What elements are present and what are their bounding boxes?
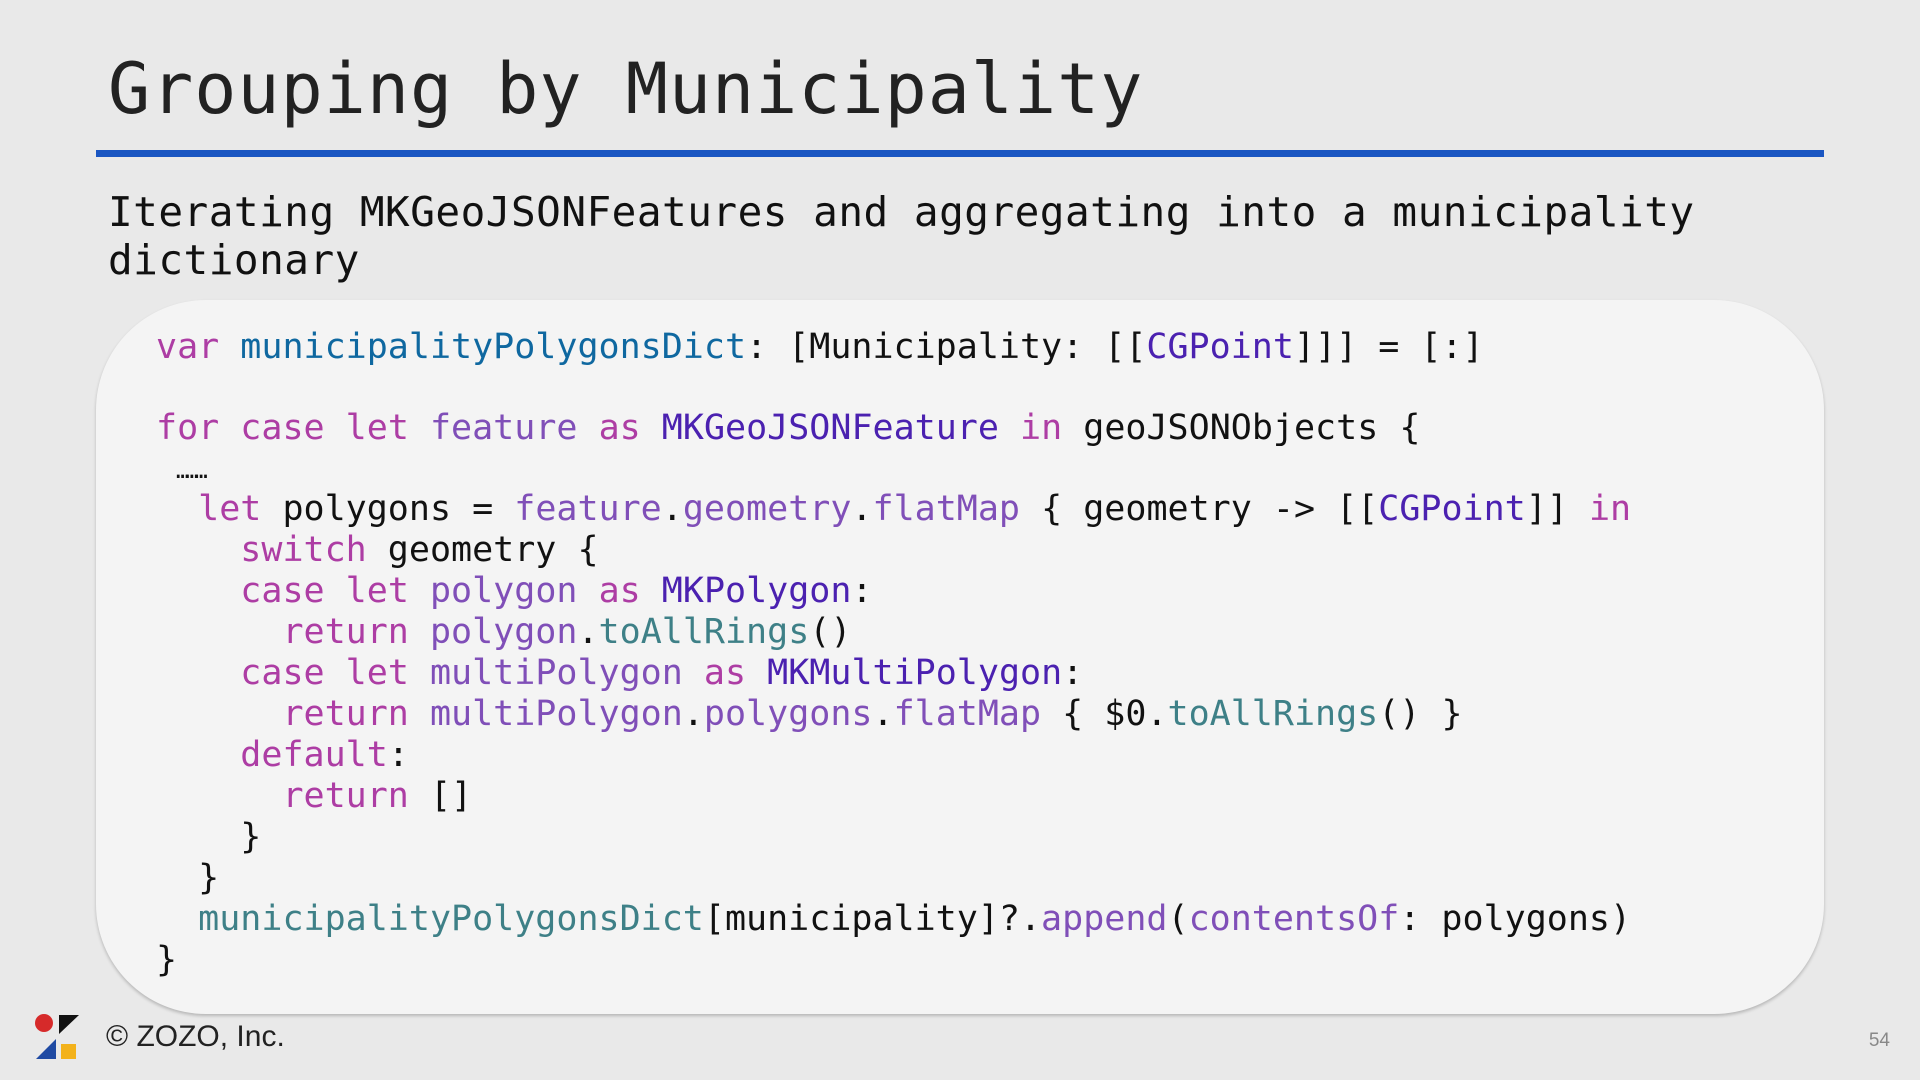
token: } [198,858,220,898]
token: var [156,327,220,367]
token: . [851,489,873,529]
code-line-10: return [] [156,776,1631,817]
token: polygons = [261,489,515,529]
token: MKMultiPolygon [767,653,1063,693]
slide-subtitle: Iterating MKGeoJSONFeatures and aggregat… [108,188,1695,284]
token: polygons [703,694,873,734]
code-line-11: } [156,817,1631,858]
code-line-9: default: [156,735,1631,776]
code-line-14: } [156,940,1631,981]
token: } [240,817,262,857]
code-line-2: for case let feature as MKGeoJSONFeature… [156,408,1631,449]
token: ]] [1525,489,1589,529]
token: feature [514,489,662,529]
token: case [240,571,325,611]
token: case [240,408,325,448]
token: geoJSONObjects { [1083,408,1421,448]
token: let [345,408,409,448]
code-line-1: var municipalityPolygonsDict: [Municipal… [156,327,1631,368]
token: CGPoint [1378,489,1526,529]
token: : polygons) [1399,899,1632,939]
code-line-3: let polygons = feature.geometry.flatMap … [156,489,1631,530]
token: as [598,571,641,611]
token: ]]] = [:] [1293,327,1484,367]
code-line-6: return polygon.toAllRings() [156,612,1631,653]
token: feature [429,408,578,448]
token: geometry { [366,530,599,570]
code-line-13: municipalityPolygonsDict[municipality]?.… [156,899,1631,940]
page-number: 54 [1868,1030,1890,1051]
token: { geometry -> [[ [1020,489,1379,529]
token: as [598,408,641,448]
title-underline [96,150,1824,157]
token: . [661,489,683,529]
token: multiPolygon [429,653,683,693]
token: polygon [429,612,578,652]
token: case [240,653,325,693]
token: let [345,571,409,611]
token: toAllRings [598,612,810,652]
token: { $0. [1041,694,1168,734]
token: MKPolygon [661,571,852,611]
token: : [1062,653,1084,693]
token: for [156,408,220,448]
token: contentsOf [1188,899,1400,939]
token: [municipality]?. [703,899,1042,939]
token: multiPolygon [429,694,683,734]
footer-copyright: © ZOZO, Inc. [106,1020,285,1053]
token: [] [408,776,473,816]
token: . [577,612,599,652]
code-line-12: } [156,858,1631,899]
zozo-logo-icon [35,1014,79,1059]
token: append [1041,899,1168,939]
token: toAllRings [1167,694,1379,734]
token: MKGeoJSONFeature [661,408,999,448]
token: flatMap [893,694,1042,734]
token: geometry [682,489,852,529]
token: return [282,776,409,816]
token: CGPoint [1146,327,1294,367]
token: polygon [429,571,578,611]
token: switch [240,530,367,570]
token: () } [1378,694,1463,734]
token: in [1020,408,1063,448]
token: return [282,612,409,652]
token: municipalityPolygonsDict [240,327,747,367]
token: let [345,653,409,693]
token: } [156,940,178,980]
token: . [682,694,704,734]
slide-title: Grouping by Municipality [108,48,1144,130]
code-block: var municipalityPolygonsDict: [Municipal… [156,327,1631,981]
token: flatMap [872,489,1021,529]
token: : [Municipality: [[ [746,327,1147,367]
token: . [872,694,894,734]
token: municipalityPolygonsDict [198,899,704,939]
code-line-4: switch geometry { [156,530,1631,571]
token: ( [1167,899,1189,939]
token: in [1588,489,1632,529]
token: default [240,735,388,775]
code-line-7: case let multiPolygon as MKMultiPolygon: [156,653,1631,694]
token: as [703,653,747,693]
token: let [198,489,262,529]
token: return [282,694,409,734]
code-line-8: return multiPolygon.polygons.flatMap { $… [156,694,1631,735]
token: : [387,735,409,775]
code-line-5: case let polygon as MKPolygon: [156,571,1631,612]
token: () [809,612,852,652]
token: : [851,571,873,611]
code-ellipsis: ……… [176,459,208,484]
